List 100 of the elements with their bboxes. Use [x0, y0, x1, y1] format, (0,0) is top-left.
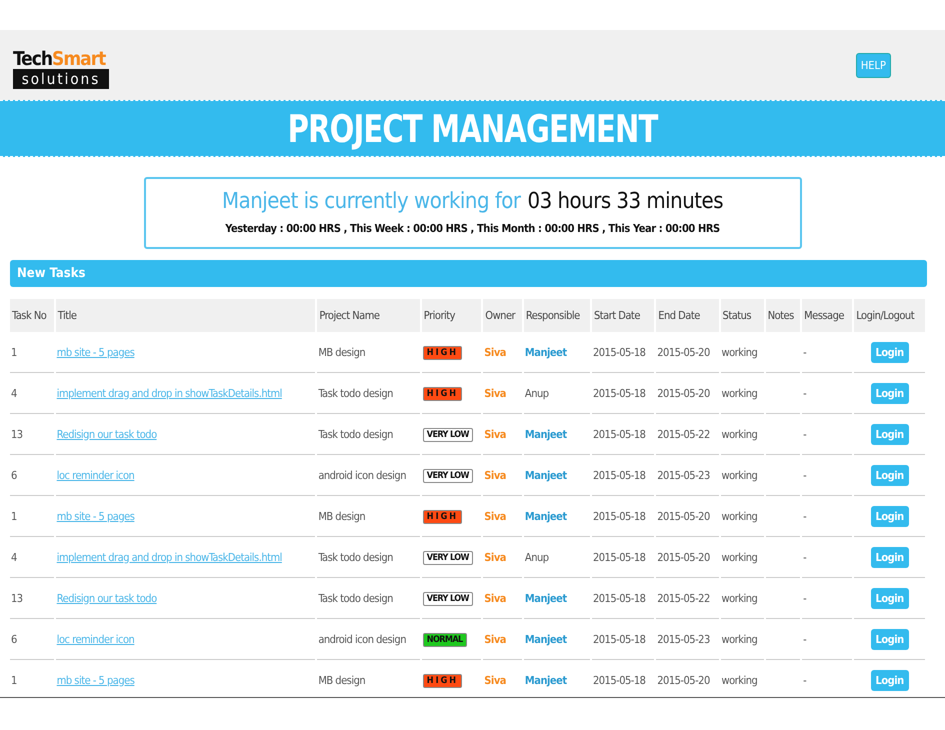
- task-number: 4: [10, 373, 54, 414]
- column-header: Priority: [422, 299, 482, 332]
- column-header: Status: [720, 299, 764, 332]
- project-name: android icon design: [317, 619, 420, 660]
- task-status: working: [720, 537, 764, 578]
- end-date: 2015-05-20: [656, 660, 719, 697]
- responsible-name: Anup: [524, 373, 590, 414]
- start-date: 2015-05-18: [592, 537, 654, 578]
- task-number: 6: [10, 455, 54, 496]
- login-button[interactable]: Login: [870, 588, 909, 608]
- task-status: working: [720, 660, 764, 697]
- project-name: MB design: [317, 660, 420, 697]
- logo: TechSmart solutions: [13, 50, 109, 88]
- task-link[interactable]: mb site - 5 pages: [56, 346, 134, 358]
- task-link[interactable]: implement drag and drop in showTaskDetails.html: [56, 386, 282, 400]
- responsible-name: Manjeet: [524, 332, 590, 373]
- end-date: 2015-05-20: [656, 332, 719, 373]
- start-date: 2015-05-18: [592, 496, 654, 537]
- login-button[interactable]: Login: [870, 342, 909, 362]
- column-header: Login/Logout: [854, 299, 925, 332]
- start-date: 2015-05-18: [592, 373, 654, 414]
- message-text: -: [802, 619, 852, 660]
- task-number: 13: [10, 414, 54, 455]
- priority-badge: HIGH: [422, 510, 462, 524]
- project-name: android icon design: [317, 455, 420, 496]
- end-date: 2015-05-22: [656, 578, 719, 619]
- start-date: 2015-05-18: [592, 332, 654, 373]
- task-link[interactable]: mb site - 5 pages: [56, 674, 134, 686]
- column-header: Title: [56, 299, 316, 332]
- owner-name: Siva: [483, 619, 522, 660]
- column-header: Project Name: [317, 299, 420, 332]
- task-number: 1: [10, 332, 54, 373]
- task-number: 6: [10, 619, 54, 660]
- working-duration: 03 hours 33 minutes: [528, 189, 724, 214]
- end-date: 2015-05-22: [656, 414, 719, 455]
- start-date: 2015-05-18: [592, 660, 654, 697]
- owner-name: Siva: [483, 373, 522, 414]
- owner-name: Siva: [483, 660, 522, 697]
- login-button[interactable]: Login: [870, 424, 909, 444]
- message-text: -: [802, 578, 852, 619]
- project-name: Task todo design: [317, 537, 420, 578]
- responsible-name: Manjeet: [524, 496, 590, 537]
- owner-name: Siva: [483, 332, 522, 373]
- priority-badge: HIGH: [422, 674, 462, 688]
- responsible-name: Manjeet: [524, 578, 590, 619]
- help-button[interactable]: HELP: [856, 52, 891, 78]
- message-text: -: [802, 332, 852, 373]
- message-text: -: [802, 660, 852, 697]
- responsible-name: Manjeet: [524, 660, 590, 697]
- owner-name: Siva: [483, 496, 522, 537]
- end-date: 2015-05-20: [656, 373, 719, 414]
- task-number: 1: [10, 496, 54, 537]
- task-status: working: [720, 578, 764, 619]
- task-status: working: [720, 373, 764, 414]
- priority-badge: NORMAL: [422, 632, 467, 646]
- column-header: End Date: [656, 299, 719, 332]
- column-header: Message: [802, 299, 852, 332]
- message-text: -: [802, 373, 852, 414]
- login-button[interactable]: Login: [870, 546, 909, 568]
- task-status: working: [720, 455, 764, 496]
- task-link[interactable]: loc reminder icon: [56, 632, 134, 646]
- task-status: working: [720, 619, 764, 660]
- task-status: working: [720, 496, 764, 537]
- start-date: 2015-05-18: [592, 619, 654, 660]
- login-button[interactable]: Login: [870, 628, 909, 650]
- task-link[interactable]: implement drag and drop in showTaskDetails.html: [56, 550, 282, 564]
- priority-badge: VERY LOW: [422, 550, 473, 564]
- task-link[interactable]: loc reminder icon: [56, 468, 134, 482]
- owner-name: Siva: [483, 537, 522, 578]
- start-date: 2015-05-18: [592, 414, 654, 455]
- task-number: 13: [10, 578, 54, 619]
- task-link[interactable]: mb site - 5 pages: [56, 510, 134, 522]
- column-header: Responsible: [524, 299, 590, 332]
- task-status: working: [720, 332, 764, 373]
- login-button[interactable]: Login: [870, 382, 909, 404]
- priority-badge: VERY LOW: [422, 428, 473, 442]
- column-header: Task No: [10, 299, 54, 332]
- task-number: 4: [10, 537, 54, 578]
- task-status: working: [720, 414, 764, 455]
- message-text: -: [802, 455, 852, 496]
- column-header: Notes: [766, 299, 800, 332]
- end-date: 2015-05-23: [656, 455, 719, 496]
- end-date: 2015-05-23: [656, 619, 719, 660]
- owner-name: Siva: [483, 578, 522, 619]
- column-header: Owner: [483, 299, 522, 332]
- task-link[interactable]: Redisign our task todo: [56, 428, 157, 440]
- message-text: -: [802, 537, 852, 578]
- project-name: Task todo design: [317, 578, 420, 619]
- responsible-name: Manjeet: [524, 455, 590, 496]
- login-button[interactable]: Login: [870, 464, 909, 486]
- responsible-name: Manjeet: [524, 414, 590, 455]
- login-button[interactable]: Login: [870, 506, 909, 526]
- priority-badge: VERY LOW: [422, 468, 473, 482]
- task-link[interactable]: Redisign our task todo: [56, 592, 157, 604]
- end-date: 2015-05-20: [656, 496, 719, 537]
- owner-name: Siva: [483, 455, 522, 496]
- project-name: Task todo design: [317, 373, 420, 414]
- start-date: 2015-05-18: [592, 578, 654, 619]
- login-button[interactable]: Login: [870, 670, 909, 690]
- working-status-text: Manjeet is currently working for: [222, 189, 521, 214]
